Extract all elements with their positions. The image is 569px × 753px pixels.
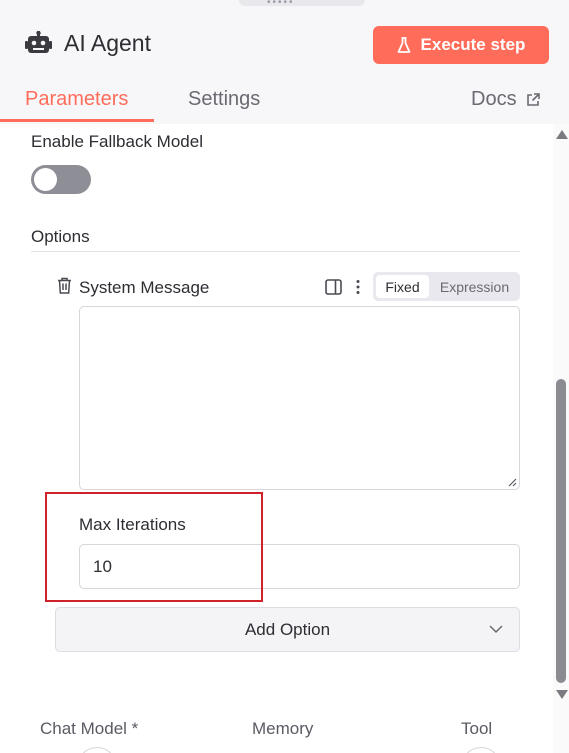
max-iterations-input[interactable]: 10 <box>79 544 520 589</box>
flask-icon <box>397 36 410 53</box>
trash-icon[interactable] <box>57 277 72 294</box>
active-tab-indicator <box>0 119 154 122</box>
execute-step-button[interactable]: Execute step <box>373 26 549 64</box>
mode-fixed-option[interactable]: Fixed <box>376 275 429 298</box>
panel-header: AI Agent Execute step Parameters Setting… <box>0 0 569 124</box>
scrollbar-thumb[interactable] <box>556 379 566 683</box>
options-divider <box>31 251 520 252</box>
memory-connection-label: Memory <box>252 719 314 738</box>
node-panel: AI Agent Execute step Parameters Setting… <box>0 0 569 753</box>
system-message-textarea[interactable] <box>79 306 520 490</box>
drag-handle[interactable]: ••••• <box>239 0 365 8</box>
system-message-label: System Message <box>79 278 210 297</box>
options-heading: Options <box>31 227 90 246</box>
max-iterations-label: Max Iterations <box>79 515 186 534</box>
tab-docs[interactable]: Docs <box>471 88 541 111</box>
node-title[interactable]: AI Agent <box>64 30 151 57</box>
tab-docs-label: Docs <box>471 88 517 110</box>
add-option-label: Add Option <box>244 619 331 639</box>
add-option-button[interactable]: Add Option <box>55 607 520 652</box>
side-panel-icon[interactable] <box>325 279 342 295</box>
toggle-knob <box>34 168 57 191</box>
fallback-model-label: Enable Fallback Model <box>31 132 203 151</box>
mode-expression-option[interactable]: Expression <box>432 275 517 298</box>
tab-settings[interactable]: Settings <box>188 88 260 111</box>
robot-icon <box>25 31 52 53</box>
scroll-up-arrow-icon[interactable] <box>556 130 568 139</box>
resize-grip-icon[interactable] <box>507 477 517 487</box>
fallback-model-toggle[interactable] <box>31 165 91 194</box>
more-options-icon[interactable] <box>355 279 361 295</box>
tab-parameters[interactable]: Parameters <box>25 88 128 111</box>
tool-connection-label: Tool <box>461 719 493 738</box>
scroll-down-arrow-icon[interactable] <box>556 690 568 699</box>
chat-model-connection-label: Chat Model * <box>40 719 139 738</box>
execute-step-label: Execute step <box>420 35 526 54</box>
fixed-expression-switch: Fixed Expression <box>373 272 520 301</box>
external-link-icon <box>526 92 540 106</box>
chevron-down-icon <box>489 625 503 634</box>
scrollbar[interactable] <box>553 124 569 753</box>
drag-dots-icon: ••••• <box>267 0 295 8</box>
